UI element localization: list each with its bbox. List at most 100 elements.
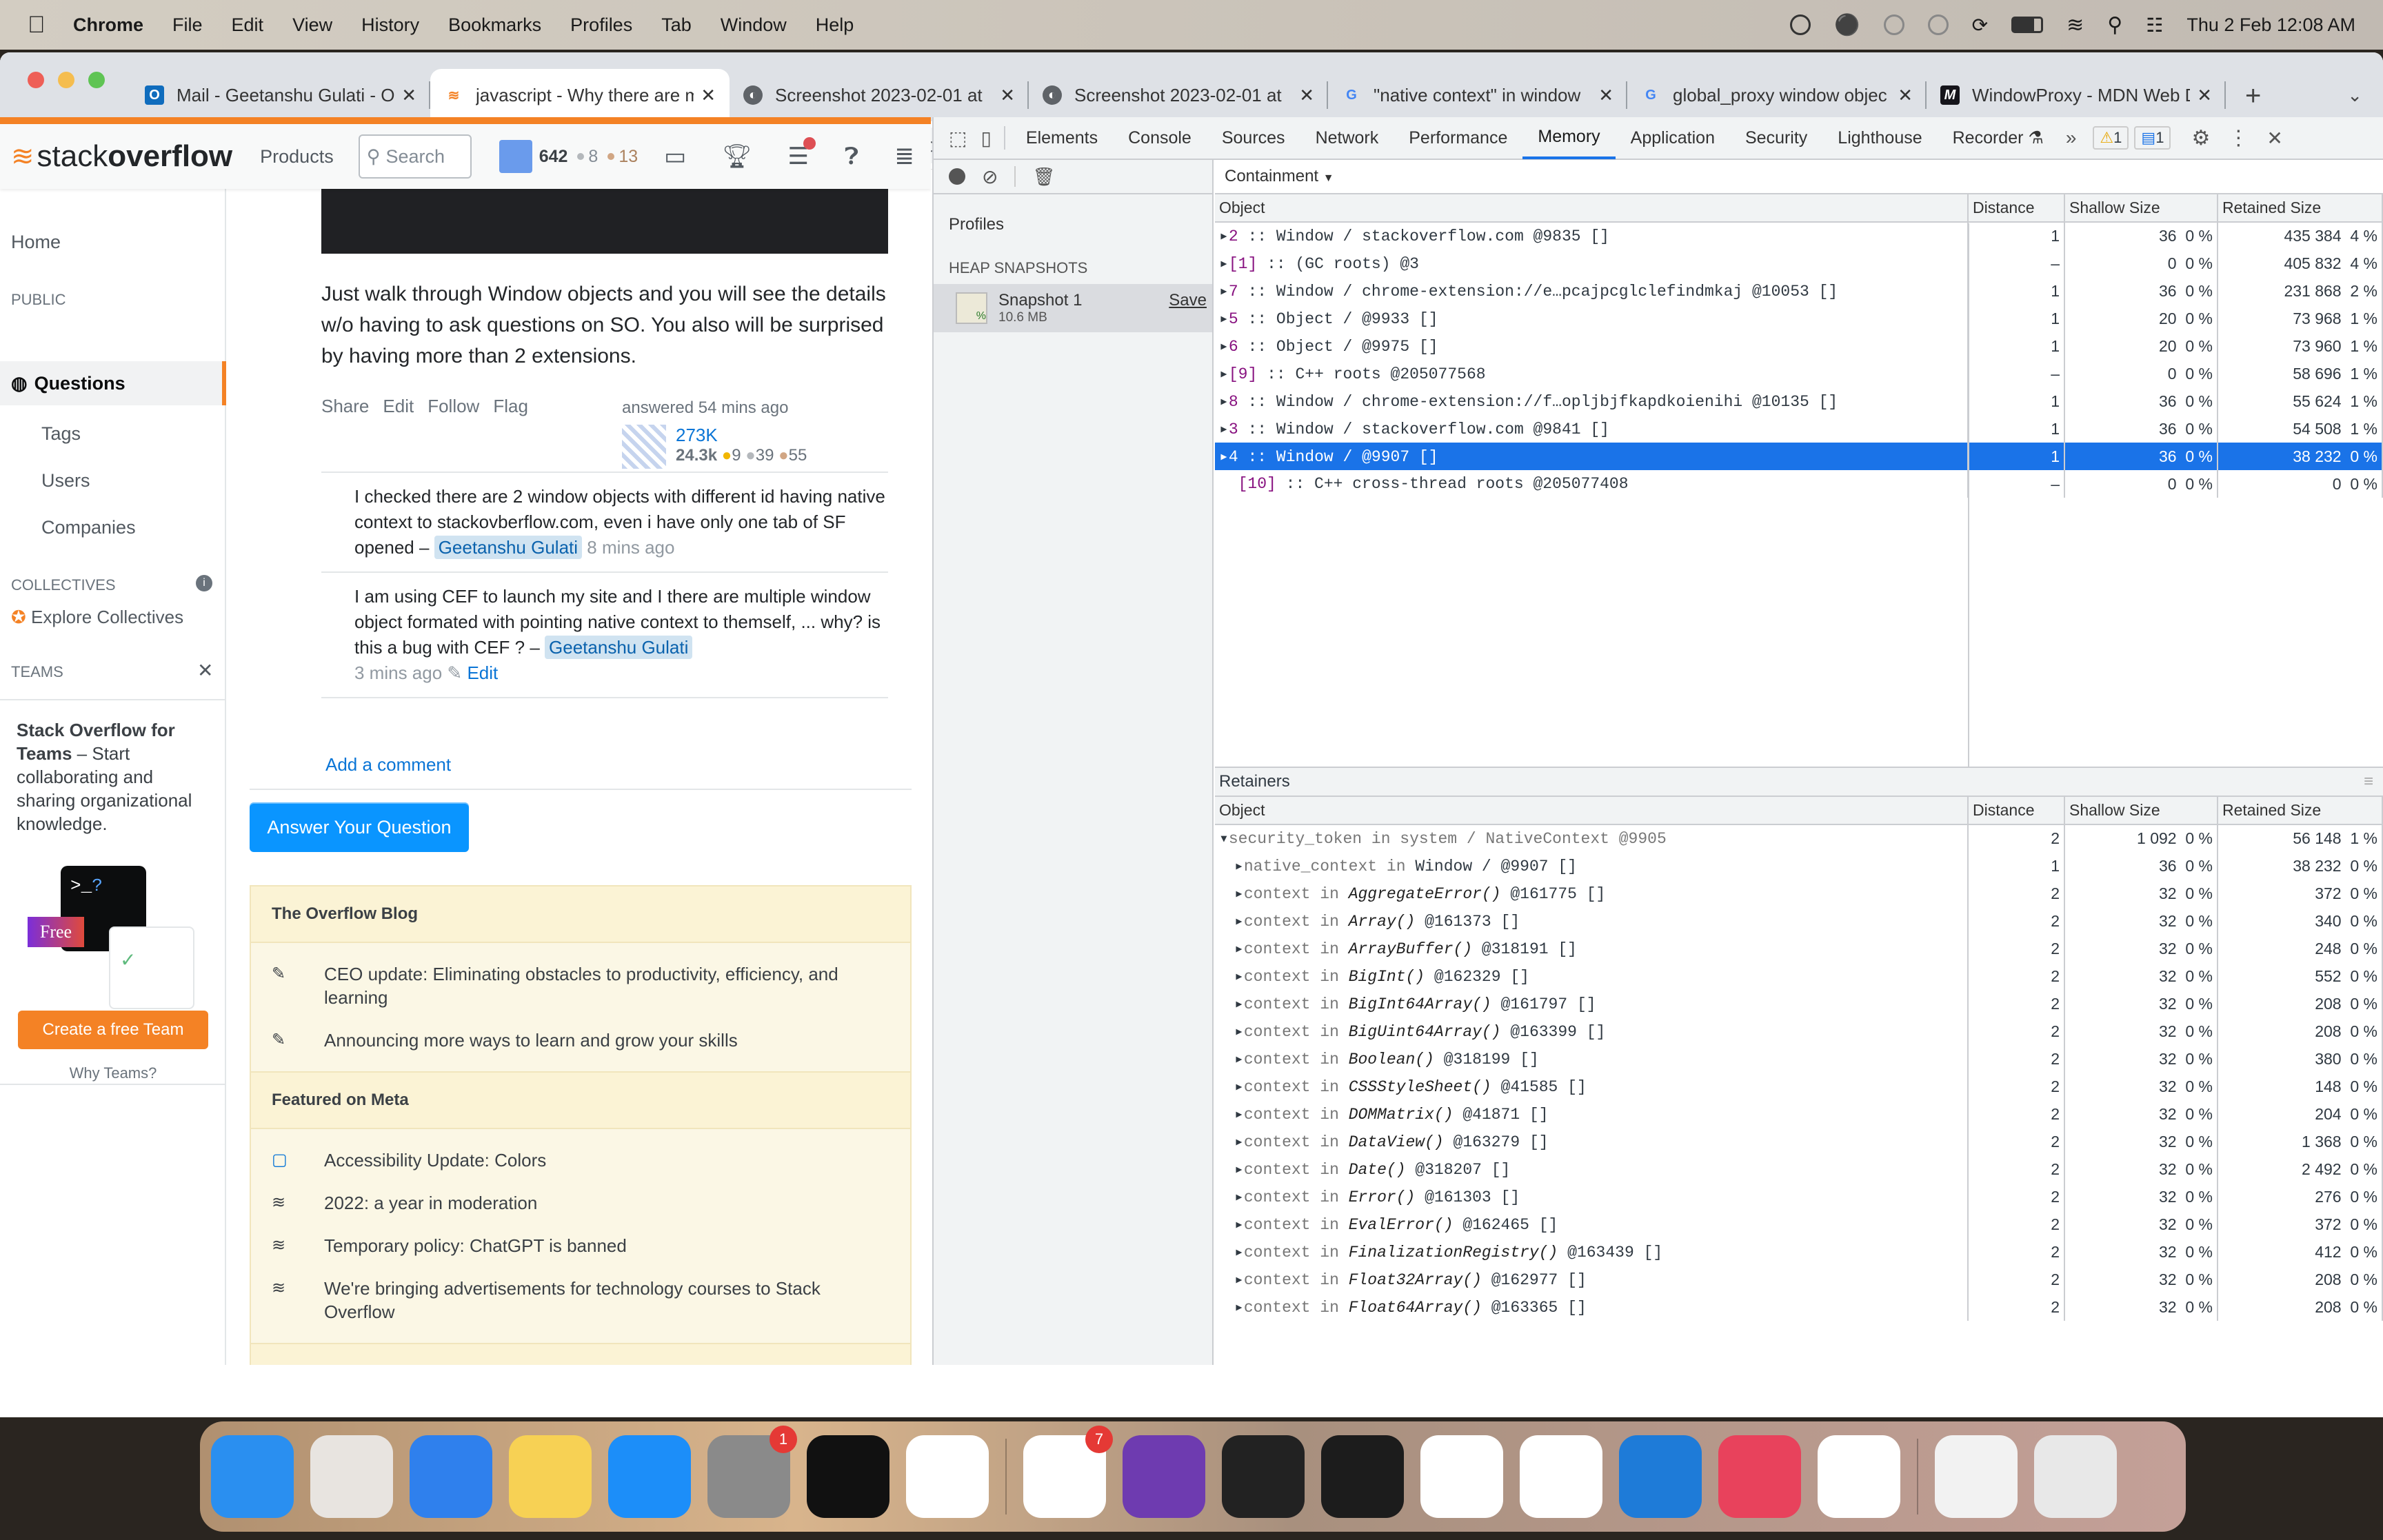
menu-app-name[interactable]: Chrome	[73, 14, 143, 36]
col-object[interactable]: Object	[1215, 797, 1969, 825]
spotlight-icon[interactable]: ⚲	[2107, 13, 2122, 37]
dock-finder-icon[interactable]	[211, 1435, 294, 1518]
expand-arrow-icon[interactable]: ▸	[1234, 885, 1244, 903]
close-tab-icon[interactable]: ✕	[701, 85, 716, 106]
menu-file[interactable]: File	[172, 14, 203, 36]
heap-row[interactable]: ▸6 :: Object / @9975 [] 1 20 0 % 73 960 1 %	[1215, 332, 2383, 360]
col-shallow-size[interactable]: Shallow Size	[2064, 797, 2218, 825]
take-snapshot-record-icon[interactable]	[949, 168, 965, 185]
answerer-avatar[interactable]	[622, 425, 666, 469]
devtools-tab-elements[interactable]: Elements	[1011, 116, 1113, 159]
heap-row[interactable]: ▸7 :: Window / chrome-extension://e…pcaj…	[1215, 277, 2383, 305]
share-link[interactable]: Share	[321, 396, 369, 417]
close-tab-icon[interactable]: ✕	[1000, 85, 1015, 106]
expand-arrow-icon[interactable]: ▸	[1234, 940, 1244, 958]
inbox-icon[interactable]: ▭	[664, 143, 686, 170]
heap-row[interactable]: ▸8 :: Window / chrome-extension://f…oplj…	[1215, 387, 2383, 415]
comment-time[interactable]: 3 mins ago	[354, 662, 442, 683]
expand-arrow-icon[interactable]: ▸	[1234, 1106, 1244, 1124]
more-tabs-chevron-icon[interactable]: »	[2066, 127, 2077, 149]
dock-slack-icon[interactable]: 7	[1023, 1426, 1113, 1518]
dock-app-store-icon[interactable]	[608, 1435, 691, 1518]
retainer-row[interactable]: ▸context in CSSStyleSheet() @41585 [] 2 32…	[1215, 1073, 2383, 1100]
resize-handle-icon[interactable]: ≡	[2364, 772, 2373, 791]
expand-arrow-icon[interactable]: ▸	[1234, 1023, 1244, 1041]
inspect-element-icon[interactable]: ⬚	[949, 127, 967, 150]
help-icon[interactable]: ❓︎	[845, 143, 858, 170]
retainer-row[interactable]: ▸context in Error() @161303 [] 2 32 0 % 276…	[1215, 1183, 2383, 1210]
nav-questions[interactable]: ◍ Questions	[0, 361, 226, 405]
retainer-row[interactable]: ▾security_token in system / NativeContex…	[1215, 824, 2383, 852]
expand-arrow-icon[interactable]: ▾	[1219, 830, 1229, 848]
control-center-icon[interactable]: ☷	[2146, 14, 2163, 37]
retainer-row[interactable]: ▸context in ArrayBuffer() @318191 [] 2 32 …	[1215, 935, 2383, 962]
browser-tab-active[interactable]: ≋ javascript - Why there are m ✕	[430, 69, 730, 121]
close-devtools-icon[interactable]: ✕	[2266, 127, 2282, 150]
heap-row[interactable]: ▸2 :: Window / stackoverflow.com @9835 […	[1215, 222, 2383, 250]
products-link[interactable]: Products	[260, 146, 334, 168]
devtools-tab-network[interactable]: Network	[1300, 116, 1394, 159]
dock-github-desktop-icon[interactable]	[1123, 1435, 1205, 1518]
dock-script-editor-icon[interactable]	[1520, 1435, 1602, 1518]
dock-chrome-icon[interactable]	[1420, 1435, 1503, 1518]
info-icon[interactable]: i	[196, 575, 212, 591]
settings-gear-icon[interactable]: ⚙	[2191, 126, 2210, 150]
dock-system-preferences-icon[interactable]: 1	[707, 1426, 797, 1518]
snapshot-item[interactable]: % Snapshot 1 10.6 MB Save	[934, 284, 1212, 332]
create-team-button[interactable]: Create a free Team	[18, 1011, 208, 1049]
retainer-row[interactable]: ▸context in EvalError() @162465 [] 2 32 0 …	[1215, 1210, 2383, 1238]
col-distance[interactable]: Distance	[1968, 194, 2065, 223]
expand-arrow-icon[interactable]: ▸	[1234, 1244, 1244, 1262]
dock-console-icon[interactable]	[1222, 1435, 1305, 1518]
dock-trash-icon[interactable]	[2034, 1435, 2117, 1518]
devtools-tab-console[interactable]: Console	[1113, 116, 1207, 159]
expand-arrow-icon[interactable]: ▸	[1219, 255, 1229, 273]
expand-arrow-icon[interactable]: ▸	[1219, 365, 1229, 383]
save-snapshot-link[interactable]: Save	[1169, 291, 1207, 310]
follow-link[interactable]: Follow	[428, 396, 479, 417]
site-switcher-icon[interactable]: ≣	[894, 143, 914, 170]
nav-users[interactable]: Users	[41, 470, 90, 492]
expand-arrow-icon[interactable]: ▸	[1219, 310, 1229, 328]
retainer-row[interactable]: ▸context in DOMMatrix() @41871 [] 2 32 0 %…	[1215, 1100, 2383, 1128]
expand-arrow-icon[interactable]: ▸	[1219, 393, 1229, 411]
devtools-tab-application[interactable]: Application	[1616, 116, 1730, 159]
zoom-window-button[interactable]	[88, 72, 105, 88]
expand-arrow-icon[interactable]: ▸	[1234, 913, 1244, 931]
browser-tab[interactable]: ◐ Screenshot 2023-02-01 at ✕	[1029, 69, 1328, 121]
flag-link[interactable]: Flag	[493, 396, 528, 417]
col-shallow-size[interactable]: Shallow Size	[2064, 194, 2218, 223]
meta-item[interactable]: ▢ Accessibility Update: Colors	[251, 1139, 910, 1182]
messages-badge[interactable]: ▤1	[2134, 126, 2171, 150]
dock-creative-cloud-icon[interactable]	[1718, 1435, 1801, 1518]
retainer-row[interactable]: ▸context in DataView() @163279 [] 2 32 0 %…	[1215, 1128, 2383, 1155]
heap-row[interactable]: [10] :: C++ cross-thread roots @20507740…	[1215, 470, 2383, 498]
menu-profiles[interactable]: Profiles	[570, 14, 632, 36]
user-rep[interactable]: 642 8 13	[499, 140, 638, 173]
comment-user-link[interactable]: Geetanshu Gulati	[434, 536, 583, 559]
menu-tab[interactable]: Tab	[661, 14, 692, 36]
menu-view[interactable]: View	[292, 14, 332, 36]
retainer-row[interactable]: ▸context in BigUint64Array() @163399 [] 2…	[1215, 1017, 2383, 1045]
dock-notes-icon[interactable]	[509, 1435, 592, 1518]
more-options-icon[interactable]: ⋮	[2228, 126, 2249, 150]
expand-arrow-icon[interactable]: ▸	[1234, 1188, 1244, 1206]
retainer-row[interactable]: ▸context in Array() @161373 [] 2 32 0 % 340…	[1215, 907, 2383, 935]
dock-activity-monitor-icon[interactable]	[1321, 1435, 1404, 1518]
expand-arrow-icon[interactable]: ▸	[1234, 858, 1244, 875]
heap-row[interactable]: ▸[9] :: C++ roots @205077568–0 0 % 58 696…	[1215, 360, 2383, 387]
devtools-tab-sources[interactable]: Sources	[1207, 116, 1300, 159]
dock-xcode-icon[interactable]	[1619, 1435, 1702, 1518]
heap-row[interactable]: ▸[1] :: (GC roots) @3–0 0 % 405 832 4 %	[1215, 250, 2383, 277]
expand-arrow-icon[interactable]: ▸	[1234, 1216, 1244, 1234]
devtools-tab-lighthouse[interactable]: Lighthouse	[1822, 116, 1937, 159]
close-tab-icon[interactable]: ✕	[2197, 85, 2212, 106]
expand-arrow-icon[interactable]: ▸	[1234, 1133, 1244, 1151]
menu-edit[interactable]: Edit	[232, 14, 264, 36]
nav-explore-collectives[interactable]: ✪ Explore Collectives	[11, 607, 183, 628]
col-distance[interactable]: Distance	[1968, 797, 2065, 825]
retainer-row[interactable]: ▸context in BigInt64Array() @161797 [] 2 3…	[1215, 990, 2383, 1017]
clock[interactable]: Thu 2 Feb 12:08 AM	[2186, 14, 2355, 36]
device-toolbar-icon[interactable]: ▯	[981, 127, 991, 150]
browser-tab[interactable]: M WindowProxy - MDN Web D ✕	[1927, 69, 2226, 121]
